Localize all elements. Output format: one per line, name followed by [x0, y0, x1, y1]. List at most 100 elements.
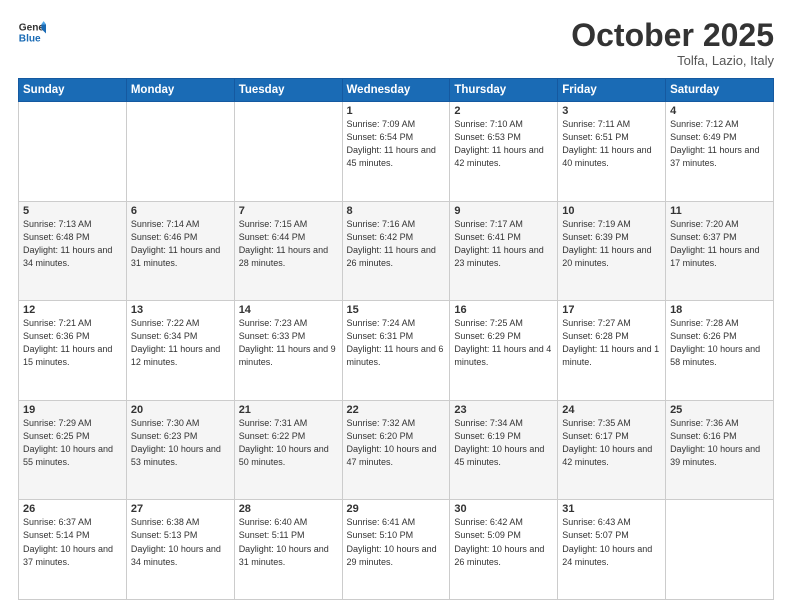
day-info: Sunrise: 7:28 AM Sunset: 6:26 PM Dayligh… — [670, 317, 769, 369]
day-number: 27 — [131, 503, 230, 515]
day-info: Sunrise: 7:23 AM Sunset: 6:33 PM Dayligh… — [239, 317, 338, 369]
logo: General Blue — [18, 18, 46, 46]
table-row: 24Sunrise: 7:35 AM Sunset: 6:17 PM Dayli… — [558, 400, 666, 500]
day-number: 23 — [454, 404, 553, 416]
day-info: Sunrise: 7:11 AM Sunset: 6:51 PM Dayligh… — [562, 118, 661, 170]
header-sunday: Sunday — [19, 79, 127, 102]
table-row: 18Sunrise: 7:28 AM Sunset: 6:26 PM Dayli… — [666, 301, 774, 401]
day-number: 8 — [347, 205, 446, 217]
day-info: Sunrise: 7:25 AM Sunset: 6:29 PM Dayligh… — [454, 317, 553, 369]
calendar-table: Sunday Monday Tuesday Wednesday Thursday… — [18, 78, 774, 600]
day-number: 29 — [347, 503, 446, 515]
table-row: 14Sunrise: 7:23 AM Sunset: 6:33 PM Dayli… — [234, 301, 342, 401]
logo-icon: General Blue — [18, 18, 46, 46]
day-number: 3 — [562, 105, 661, 117]
table-row: 11Sunrise: 7:20 AM Sunset: 6:37 PM Dayli… — [666, 201, 774, 301]
header-monday: Monday — [126, 79, 234, 102]
svg-text:Blue: Blue — [19, 33, 41, 44]
table-row: 28Sunrise: 6:40 AM Sunset: 5:11 PM Dayli… — [234, 500, 342, 600]
day-number: 11 — [670, 205, 769, 217]
day-info: Sunrise: 7:12 AM Sunset: 6:49 PM Dayligh… — [670, 118, 769, 170]
day-info: Sunrise: 6:38 AM Sunset: 5:13 PM Dayligh… — [131, 516, 230, 568]
day-number: 15 — [347, 304, 446, 316]
table-row: 8Sunrise: 7:16 AM Sunset: 6:42 PM Daylig… — [342, 201, 450, 301]
table-row: 12Sunrise: 7:21 AM Sunset: 6:36 PM Dayli… — [19, 301, 127, 401]
day-number: 22 — [347, 404, 446, 416]
day-number: 4 — [670, 105, 769, 117]
day-info: Sunrise: 7:10 AM Sunset: 6:53 PM Dayligh… — [454, 118, 553, 170]
day-number: 31 — [562, 503, 661, 515]
day-info: Sunrise: 7:35 AM Sunset: 6:17 PM Dayligh… — [562, 417, 661, 469]
table-row — [126, 102, 234, 202]
calendar-week-row: 5Sunrise: 7:13 AM Sunset: 6:48 PM Daylig… — [19, 201, 774, 301]
day-info: Sunrise: 7:15 AM Sunset: 6:44 PM Dayligh… — [239, 218, 338, 270]
header: General Blue October 2025 Tolfa, Lazio, … — [18, 18, 774, 68]
day-number: 12 — [23, 304, 122, 316]
table-row: 22Sunrise: 7:32 AM Sunset: 6:20 PM Dayli… — [342, 400, 450, 500]
day-number: 20 — [131, 404, 230, 416]
day-info: Sunrise: 7:31 AM Sunset: 6:22 PM Dayligh… — [239, 417, 338, 469]
table-row: 3Sunrise: 7:11 AM Sunset: 6:51 PM Daylig… — [558, 102, 666, 202]
calendar-week-row: 12Sunrise: 7:21 AM Sunset: 6:36 PM Dayli… — [19, 301, 774, 401]
table-row — [666, 500, 774, 600]
table-row: 27Sunrise: 6:38 AM Sunset: 5:13 PM Dayli… — [126, 500, 234, 600]
day-number: 17 — [562, 304, 661, 316]
day-number: 7 — [239, 205, 338, 217]
day-info: Sunrise: 7:20 AM Sunset: 6:37 PM Dayligh… — [670, 218, 769, 270]
table-row: 20Sunrise: 7:30 AM Sunset: 6:23 PM Dayli… — [126, 400, 234, 500]
table-row: 9Sunrise: 7:17 AM Sunset: 6:41 PM Daylig… — [450, 201, 558, 301]
day-info: Sunrise: 7:16 AM Sunset: 6:42 PM Dayligh… — [347, 218, 446, 270]
table-row: 6Sunrise: 7:14 AM Sunset: 6:46 PM Daylig… — [126, 201, 234, 301]
header-saturday: Saturday — [666, 79, 774, 102]
day-info: Sunrise: 7:09 AM Sunset: 6:54 PM Dayligh… — [347, 118, 446, 170]
day-info: Sunrise: 7:14 AM Sunset: 6:46 PM Dayligh… — [131, 218, 230, 270]
day-info: Sunrise: 7:13 AM Sunset: 6:48 PM Dayligh… — [23, 218, 122, 270]
day-info: Sunrise: 7:17 AM Sunset: 6:41 PM Dayligh… — [454, 218, 553, 270]
header-wednesday: Wednesday — [342, 79, 450, 102]
table-row: 19Sunrise: 7:29 AM Sunset: 6:25 PM Dayli… — [19, 400, 127, 500]
day-number: 9 — [454, 205, 553, 217]
table-row: 1Sunrise: 7:09 AM Sunset: 6:54 PM Daylig… — [342, 102, 450, 202]
day-number: 21 — [239, 404, 338, 416]
day-info: Sunrise: 7:27 AM Sunset: 6:28 PM Dayligh… — [562, 317, 661, 369]
table-row: 7Sunrise: 7:15 AM Sunset: 6:44 PM Daylig… — [234, 201, 342, 301]
day-info: Sunrise: 7:21 AM Sunset: 6:36 PM Dayligh… — [23, 317, 122, 369]
header-thursday: Thursday — [450, 79, 558, 102]
day-number: 25 — [670, 404, 769, 416]
table-row: 25Sunrise: 7:36 AM Sunset: 6:16 PM Dayli… — [666, 400, 774, 500]
day-info: Sunrise: 6:43 AM Sunset: 5:07 PM Dayligh… — [562, 516, 661, 568]
day-number: 1 — [347, 105, 446, 117]
calendar-week-row: 26Sunrise: 6:37 AM Sunset: 5:14 PM Dayli… — [19, 500, 774, 600]
day-info: Sunrise: 7:22 AM Sunset: 6:34 PM Dayligh… — [131, 317, 230, 369]
day-number: 18 — [670, 304, 769, 316]
day-number: 10 — [562, 205, 661, 217]
title-block: October 2025 Tolfa, Lazio, Italy — [571, 18, 774, 68]
day-number: 28 — [239, 503, 338, 515]
table-row: 4Sunrise: 7:12 AM Sunset: 6:49 PM Daylig… — [666, 102, 774, 202]
table-row: 29Sunrise: 6:41 AM Sunset: 5:10 PM Dayli… — [342, 500, 450, 600]
day-number: 13 — [131, 304, 230, 316]
table-row: 10Sunrise: 7:19 AM Sunset: 6:39 PM Dayli… — [558, 201, 666, 301]
day-number: 24 — [562, 404, 661, 416]
table-row: 17Sunrise: 7:27 AM Sunset: 6:28 PM Dayli… — [558, 301, 666, 401]
day-number: 30 — [454, 503, 553, 515]
table-row: 5Sunrise: 7:13 AM Sunset: 6:48 PM Daylig… — [19, 201, 127, 301]
day-number: 14 — [239, 304, 338, 316]
page: General Blue October 2025 Tolfa, Lazio, … — [0, 0, 792, 612]
header-friday: Friday — [558, 79, 666, 102]
day-number: 16 — [454, 304, 553, 316]
weekday-header-row: Sunday Monday Tuesday Wednesday Thursday… — [19, 79, 774, 102]
table-row: 26Sunrise: 6:37 AM Sunset: 5:14 PM Dayli… — [19, 500, 127, 600]
day-number: 26 — [23, 503, 122, 515]
day-info: Sunrise: 7:32 AM Sunset: 6:20 PM Dayligh… — [347, 417, 446, 469]
day-info: Sunrise: 7:34 AM Sunset: 6:19 PM Dayligh… — [454, 417, 553, 469]
day-info: Sunrise: 7:30 AM Sunset: 6:23 PM Dayligh… — [131, 417, 230, 469]
day-number: 19 — [23, 404, 122, 416]
day-info: Sunrise: 7:19 AM Sunset: 6:39 PM Dayligh… — [562, 218, 661, 270]
table-row: 13Sunrise: 7:22 AM Sunset: 6:34 PM Dayli… — [126, 301, 234, 401]
table-row: 15Sunrise: 7:24 AM Sunset: 6:31 PM Dayli… — [342, 301, 450, 401]
location: Tolfa, Lazio, Italy — [571, 53, 774, 68]
day-info: Sunrise: 6:40 AM Sunset: 5:11 PM Dayligh… — [239, 516, 338, 568]
day-number: 2 — [454, 105, 553, 117]
table-row — [234, 102, 342, 202]
